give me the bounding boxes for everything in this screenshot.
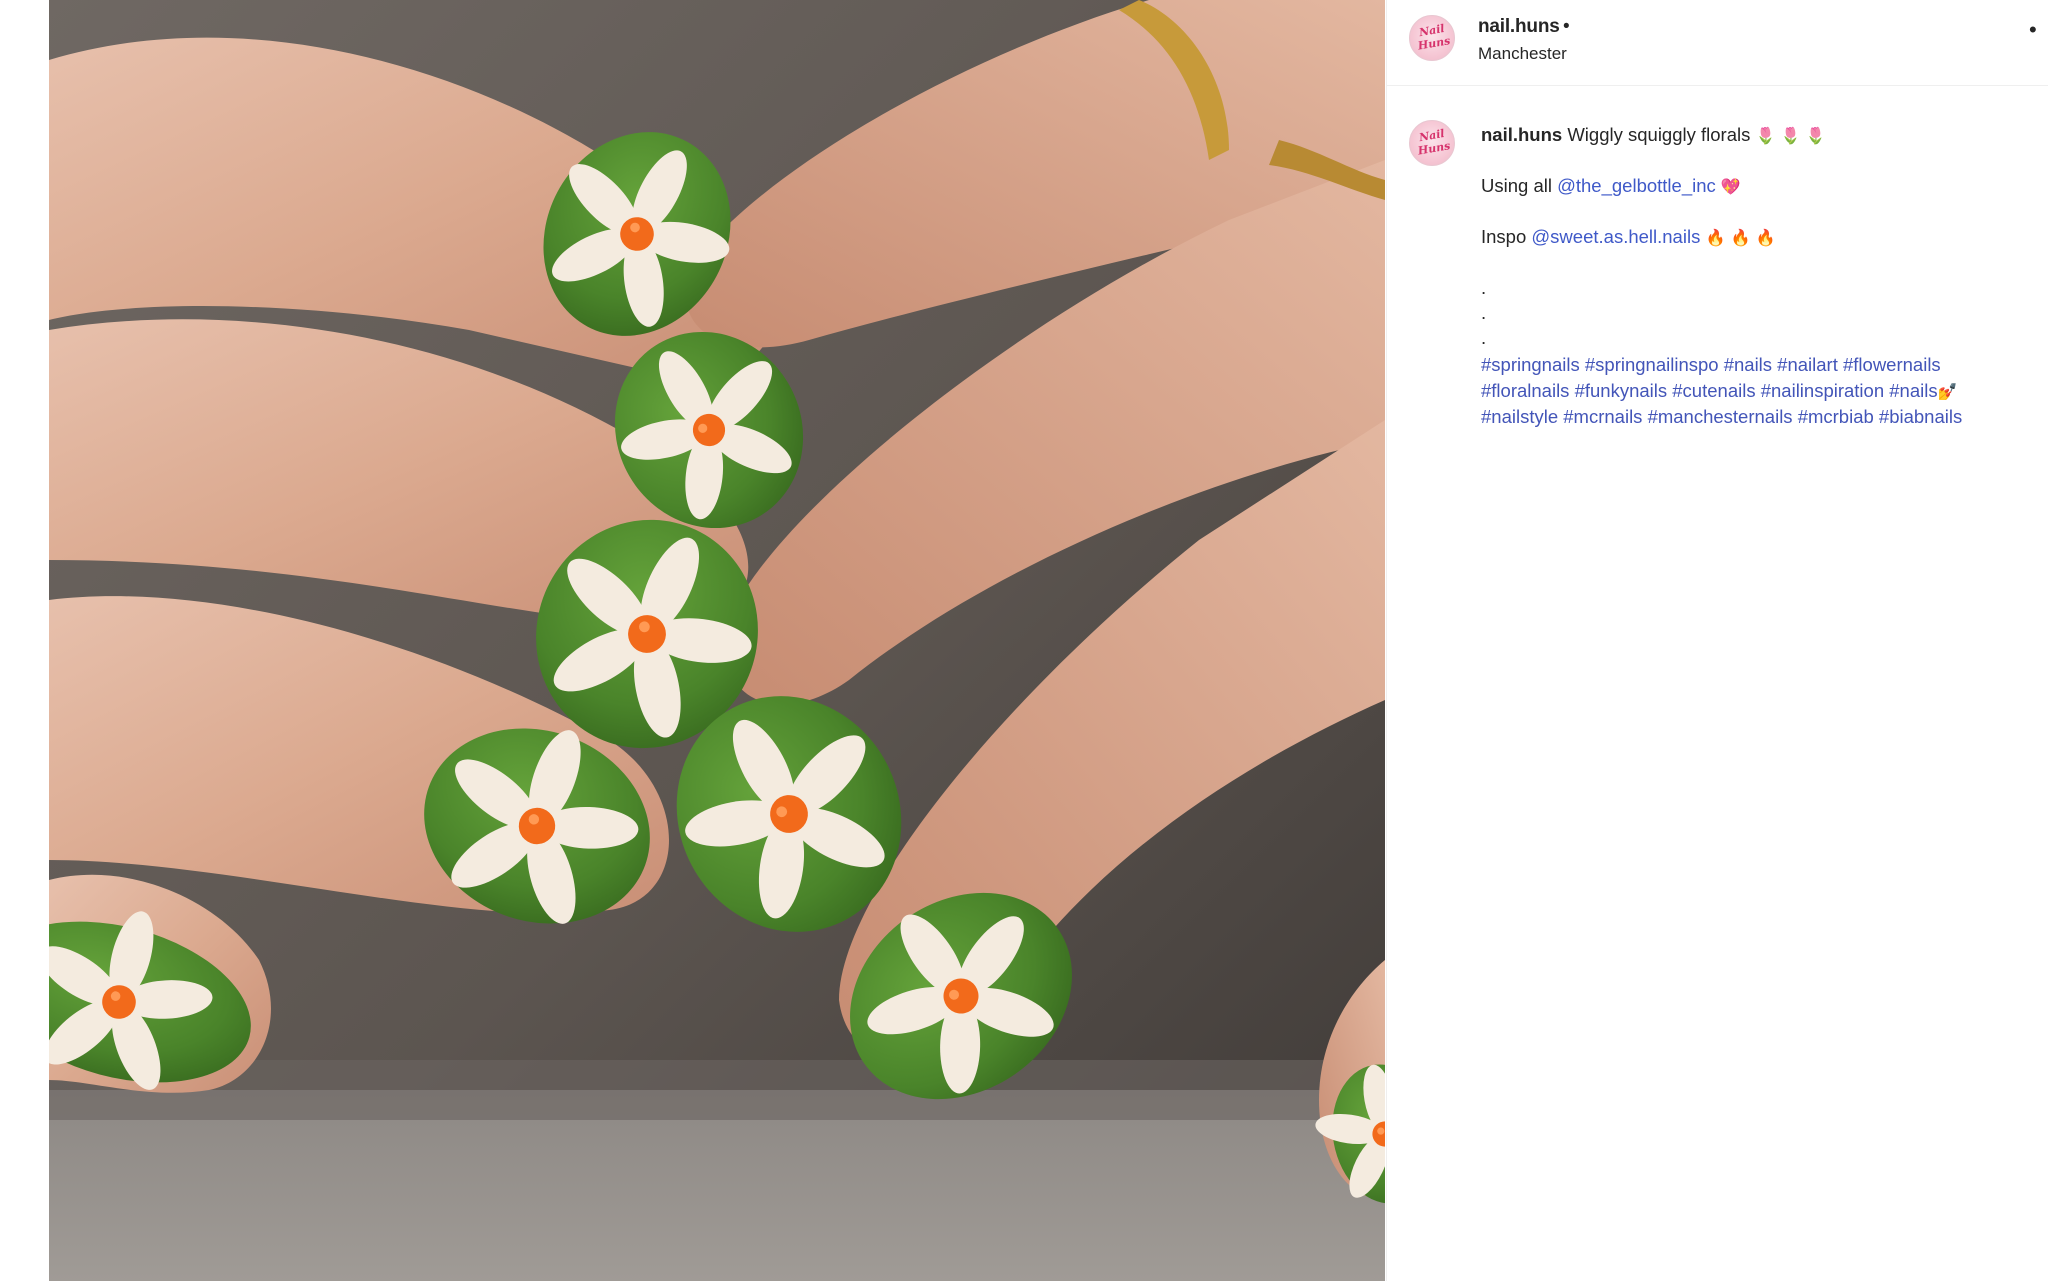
- caption-inspo-text: Inspo: [1481, 226, 1532, 247]
- hashtag-list: #springnails #springnailinspo #nails #na…: [1481, 352, 2001, 430]
- hashtag-links[interactable]: #nailstyle #mcrnails #manchesternails #m…: [1481, 406, 1962, 427]
- fire-emoji: 🔥 🔥 🔥: [1705, 228, 1776, 247]
- post-details-panel: Nail Huns nail.huns • Manchester • Nail …: [1386, 0, 2048, 1281]
- hashtag-line: #nailstyle #mcrnails #manchesternails #m…: [1481, 404, 2001, 430]
- more-options-icon[interactable]: •: [2029, 20, 2048, 40]
- avatar-logo: Nail Huns: [1416, 126, 1452, 158]
- caption-author[interactable]: nail.huns: [1481, 124, 1562, 145]
- caption-dot: .: [1481, 327, 1487, 348]
- tulip-emoji: 🌷 🌷 🌷: [1755, 126, 1826, 145]
- nail-polish-emoji: 💅: [1937, 382, 1958, 401]
- post-viewer: Nail Huns nail.huns • Manchester • Nail …: [0, 0, 2048, 1281]
- header-separator: •: [1563, 16, 1570, 37]
- post-username[interactable]: nail.huns: [1478, 16, 1560, 38]
- caption-avatar[interactable]: Nail Huns: [1409, 120, 1455, 166]
- hashtag-links[interactable]: #springnails #springnailinspo #nails #na…: [1481, 354, 1941, 375]
- avatar-logo: Nail Huns: [1416, 21, 1452, 53]
- caption-line-inspo: Inspo @sweet.as.hell.nails 🔥 🔥 🔥: [1481, 224, 2001, 249]
- caption-text: nail.huns Wiggly squiggly florals 🌷 🌷 🌷 …: [1481, 122, 2001, 430]
- caption-dot: .: [1481, 277, 1487, 298]
- post-image[interactable]: [49, 0, 1385, 1281]
- caption-line-products: Using all @the_gelbottle_inc 💖: [1481, 173, 2001, 198]
- heart-emoji: 💖: [1720, 177, 1741, 196]
- caption-products-text: Using all: [1481, 175, 1558, 196]
- caption-title-text: Wiggly squiggly florals: [1562, 124, 1756, 145]
- post-location[interactable]: Manchester: [1478, 44, 1567, 64]
- hashtag-links[interactable]: #floralnails #funkynails #cutenails #nai…: [1481, 380, 1938, 401]
- caption-line-title: nail.huns Wiggly squiggly florals 🌷 🌷 🌷: [1481, 122, 2001, 147]
- mention-link-sweet-as-hell[interactable]: @sweet.as.hell.nails: [1531, 226, 1700, 247]
- post-header: Nail Huns nail.huns • Manchester •: [1387, 0, 2048, 86]
- mention-link-gelbottle[interactable]: @the_gelbottle_inc: [1557, 175, 1716, 196]
- nail-art-photo: [49, 0, 1385, 1281]
- profile-avatar[interactable]: Nail Huns: [1409, 15, 1455, 61]
- caption-dot: .: [1481, 302, 1487, 323]
- hashtag-line: #floralnails #funkynails #cutenails #nai…: [1481, 378, 2001, 404]
- hashtag-line: #springnails #springnailinspo #nails #na…: [1481, 352, 2001, 378]
